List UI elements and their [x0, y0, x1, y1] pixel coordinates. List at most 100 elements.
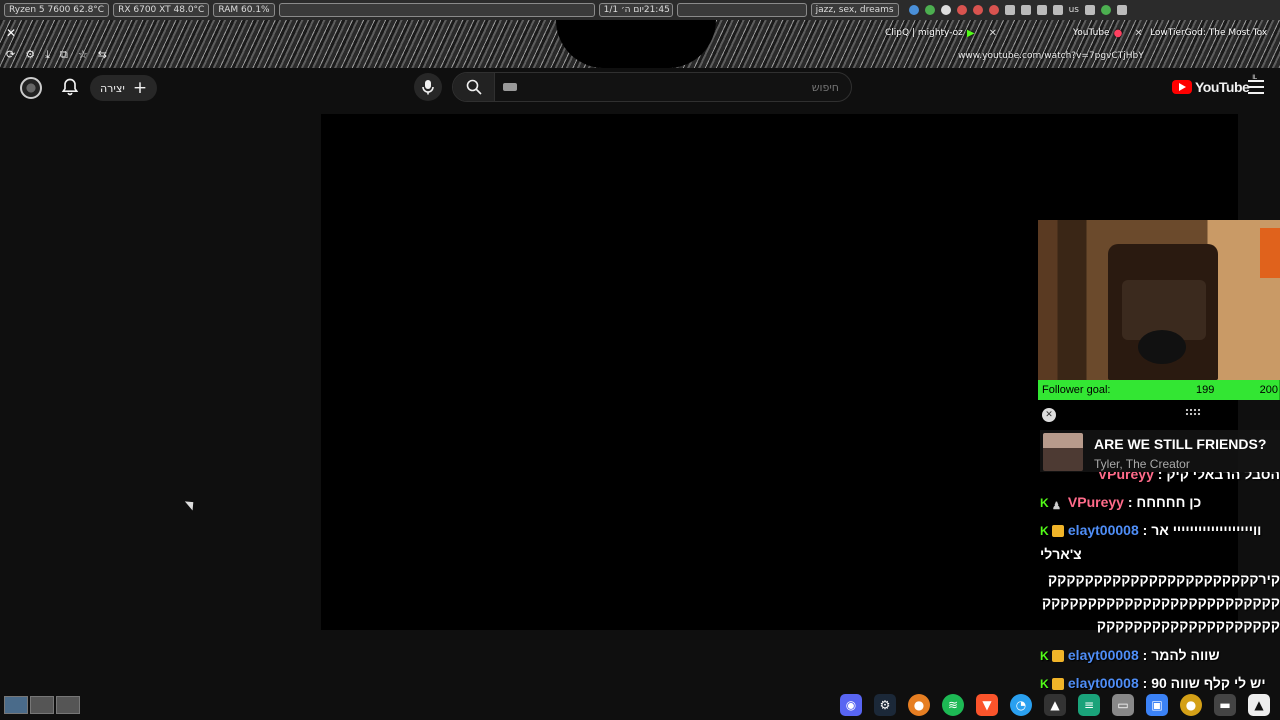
chat-message: K ♟ VPureyy : כן חחחחח — [1040, 494, 1202, 513]
tab-clipq[interactable]: ClipQ | mighty-oz ▶ ✕ — [885, 26, 997, 40]
keyboard-icon[interactable] — [503, 83, 517, 91]
close-window-icon[interactable]: ✕ — [6, 26, 16, 40]
voice-search-button[interactable] — [414, 73, 442, 101]
chat-message: K elayt00008 : שווה להמר — [1040, 647, 1220, 664]
lock-screen-icon[interactable]: ▲ — [1248, 694, 1270, 716]
browser-chrome: ✕ ⟳ ⚙ ⤓ ⧉ ☆ ⇆ ClipQ | mighty-oz ▶ ✕ YouT… — [0, 20, 1280, 68]
chat-message-text: הסבל הרבאלי קיק — [1166, 472, 1280, 482]
volume-icon[interactable] — [1036, 5, 1047, 15]
crown-badge-icon — [1052, 650, 1064, 663]
chat-username: elayt00008 — [1067, 647, 1139, 663]
record-icon[interactable] — [972, 5, 983, 15]
obs-dock-icon[interactable]: ▲ — [1044, 694, 1066, 716]
tab-lowtiergod-label: LowTierGod: The Most Tox — [1150, 28, 1268, 38]
network-icon[interactable] — [908, 5, 919, 15]
address-bar[interactable]: www.youtube.com/watch?v=7pgvCTjHbY — [958, 51, 1148, 65]
now-playing-artist: Tyler, The Creator — [1094, 457, 1190, 471]
steam-tray-icon[interactable] — [1004, 5, 1015, 15]
store-icon[interactable]: ▣ — [1146, 694, 1168, 716]
chat-message-continued: קירקקקקקקקקקקקקקקקקקקקקקקקקקקקקקקקקקקקקק… — [1040, 568, 1280, 641]
tray-app-icon[interactable] — [924, 5, 935, 15]
menu-icon[interactable] — [1248, 80, 1264, 94]
mouse-cursor-icon — [184, 497, 198, 511]
workspace-title-bar[interactable] — [278, 3, 595, 17]
microphone-icon — [422, 80, 434, 95]
system-bar: Ryzen 5 7600 62.8°C RX 6700 XT 48.0°C RA… — [0, 0, 1280, 20]
kick-badge-icon: K — [1040, 524, 1049, 539]
lamp-image — [1138, 330, 1186, 364]
workspace-switcher — [4, 696, 80, 714]
chat-message-text: שווה להמר — [1151, 647, 1220, 663]
plus-icon: + — [132, 77, 148, 98]
notifications-bell-icon[interactable] — [60, 77, 80, 97]
close-tab-icon[interactable]: ✕ — [989, 28, 997, 39]
drag-handle-icon[interactable] — [1185, 408, 1201, 416]
extensions-icon[interactable]: ⧉ — [60, 48, 68, 62]
firefox-icon[interactable]: ● — [908, 694, 930, 716]
record-icon[interactable] — [988, 5, 999, 15]
search-button[interactable] — [453, 73, 495, 101]
chat-message-text: צ'ארלי — [1040, 546, 1082, 562]
system-tray: us — [908, 5, 1127, 15]
screen: Ryzen 5 7600 62.8°C RX 6700 XT 48.0°C RA… — [0, 0, 1280, 720]
playing-icon: ▶ — [966, 27, 975, 39]
follower-goal-bar: Follower goal: 199 200 — [1038, 380, 1280, 400]
youtube-header: יצירה + YouTube IL — [0, 68, 1280, 108]
reload-icon[interactable]: ⟳ — [6, 48, 15, 62]
layers-icon[interactable]: ≡ — [1078, 694, 1100, 716]
chat-message: הסבל הרבאלי קיק : VPureyy — [1040, 472, 1280, 488]
translate-icon[interactable]: ⇆ — [98, 48, 107, 62]
steam-icon[interactable]: ⚙ — [874, 694, 896, 716]
close-tab-icon[interactable]: ✕ — [1134, 28, 1142, 39]
vlc-icon[interactable]: ● — [1180, 694, 1202, 716]
clock[interactable]: יום ה׳ 1/1 21:45 — [598, 3, 673, 17]
brave-icon[interactable]: ▼ — [976, 694, 998, 716]
youtube-logo[interactable]: YouTube IL — [1172, 75, 1257, 95]
chat-username: VPureyy — [1067, 494, 1124, 510]
workspace-2[interactable] — [30, 696, 54, 714]
crown-badge-icon — [1052, 678, 1064, 690]
files-icon[interactable]: ▭ — [1112, 694, 1134, 716]
obs-icon[interactable] — [940, 5, 951, 15]
battery-icon[interactable] — [1101, 5, 1111, 15]
power-icon[interactable] — [1117, 5, 1127, 15]
chat-message: K elayt00008 : ווייייייייייייייייייי אר — [1040, 522, 1262, 539]
search-icon — [466, 79, 482, 95]
terminal-icon[interactable]: ▬ — [1214, 694, 1236, 716]
workspace-1[interactable] — [4, 696, 28, 714]
spotify-icon[interactable]: ≋ — [942, 694, 964, 716]
discord-icon[interactable]: ◉ — [840, 694, 862, 716]
create-button[interactable]: יצירה + — [90, 75, 158, 101]
crown-badge-icon — [1052, 525, 1064, 538]
youtube-play-icon — [1172, 80, 1192, 94]
tab-youtube[interactable]: YouTube ● ✕ — [1073, 26, 1143, 40]
settings-icon[interactable]: ⚙ — [25, 48, 35, 62]
account-avatar[interactable] — [20, 77, 42, 99]
clock-time: 21:45 — [643, 5, 670, 15]
chat-username: VPureyy — [1097, 472, 1154, 482]
media-play-icon[interactable] — [1020, 5, 1031, 15]
media-title-bar[interactable] — [676, 3, 807, 17]
workspace-3[interactable] — [56, 696, 80, 714]
kick-badge-icon: K — [1040, 677, 1049, 690]
taskbar: ◉ ⚙ ● ≋ ▼ ◔ ▲ ≡ ▭ ▣ ● ▬ ▲ — [0, 690, 1280, 720]
music-ticker-text: jazz, sex, dreams — [815, 5, 894, 15]
keyboard-layout[interactable]: us — [1069, 5, 1079, 15]
ram-monitor: RAM 60.1% — [213, 3, 275, 17]
close-overlay-icon[interactable]: ✕ — [1042, 408, 1056, 422]
record-icon[interactable] — [956, 5, 967, 15]
tab-lowtiergod[interactable]: LowTierGod: The Most Tox — [1150, 26, 1270, 40]
browser-nav: ⟳ ⚙ ⤓ ⧉ ☆ ⇆ — [6, 48, 107, 62]
music-ticker[interactable]: jazz, sex, dreams — [810, 3, 899, 17]
youtube-logo-text: YouTube — [1195, 79, 1250, 95]
bookmark-star-icon[interactable]: ☆ — [78, 48, 88, 62]
tab-clipq-label: ClipQ | mighty-oz — [885, 28, 963, 38]
wifi-icon[interactable] — [1085, 5, 1095, 15]
search-input[interactable] — [517, 73, 851, 101]
bluetooth-icon[interactable] — [1052, 5, 1063, 15]
download-icon[interactable]: ⤓ — [45, 48, 50, 62]
chat-message-continued: צ'ארלי — [1040, 544, 1280, 568]
create-label: יצירה — [100, 81, 125, 95]
clock-date: יום ה׳ 1/1 — [603, 5, 644, 15]
kdenlive-icon[interactable]: ◔ — [1010, 694, 1032, 716]
